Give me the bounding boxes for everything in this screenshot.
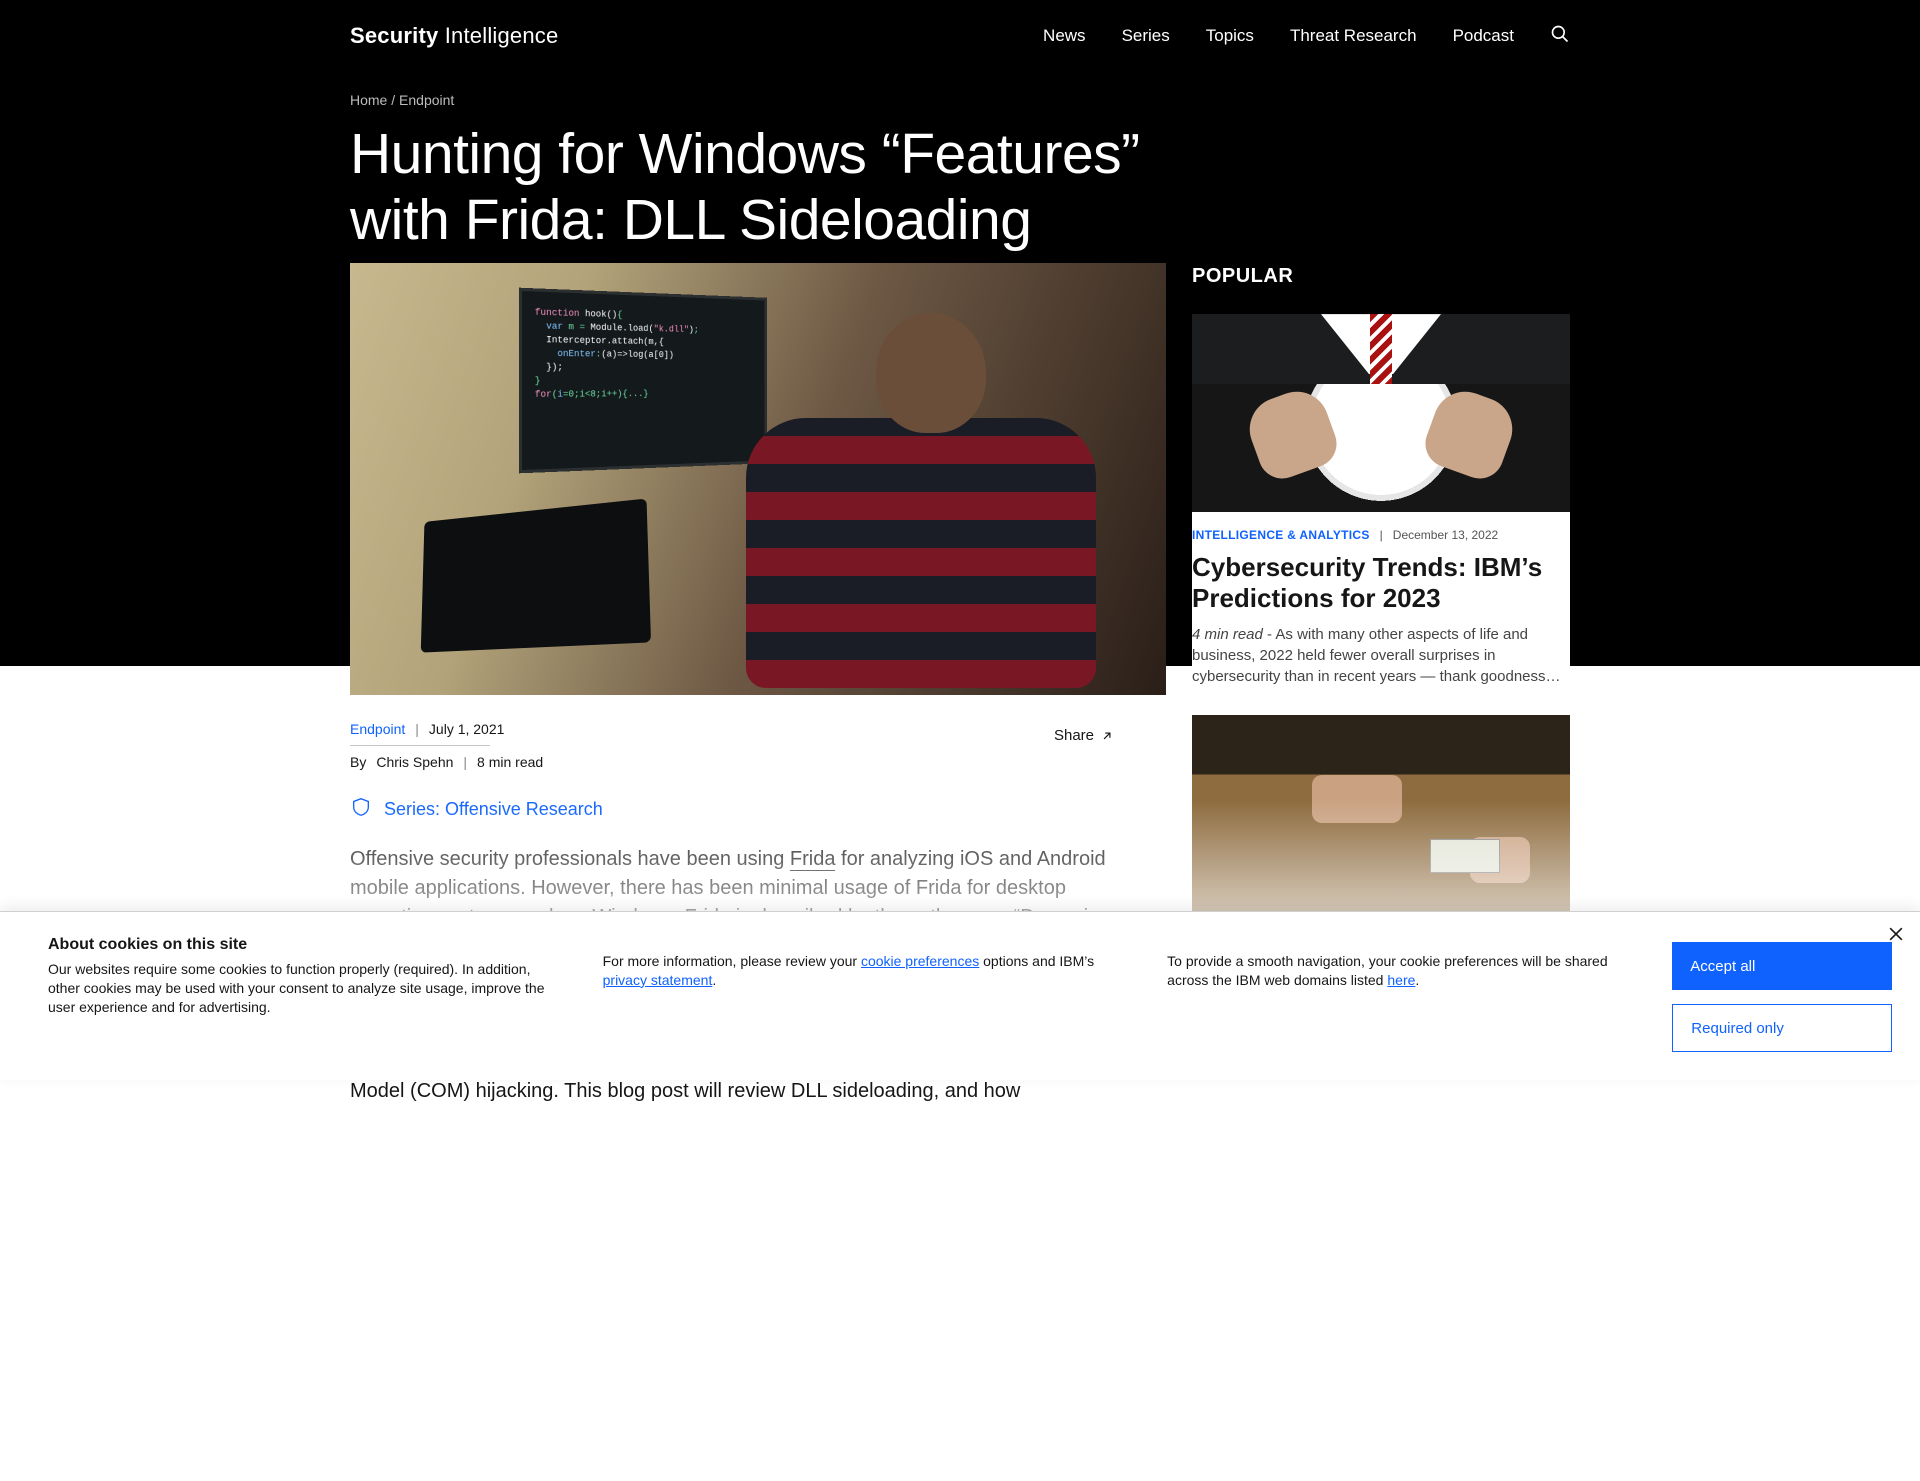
- nav-threat-research[interactable]: Threat Research: [1290, 26, 1417, 46]
- article-category[interactable]: Endpoint: [350, 721, 405, 737]
- privacy-statement-link[interactable]: privacy statement: [603, 972, 713, 988]
- series-link[interactable]: Series: Offensive Research: [384, 799, 603, 820]
- hero-laptop: [421, 499, 651, 653]
- hero-image: function hook(){ var m = Module.load("k.…: [350, 263, 1166, 695]
- cookie-heading: About cookies on this site: [48, 936, 563, 954]
- article-meta: Endpoint | July 1, 2021 By Chris Spehn |…: [350, 695, 1114, 770]
- popular-card-image: [1192, 715, 1570, 913]
- cookie-text-3: To provide a smooth navigation, your coo…: [1167, 952, 1632, 990]
- popular-card[interactable]: INTELLIGENCE & ANALYTICS | December 13, …: [1192, 314, 1570, 687]
- meta-divider: [350, 745, 490, 746]
- primary-nav: News Series Topics Threat Research Podca…: [1043, 24, 1570, 49]
- hero-area: function hook(){ var m = Module.load("k.…: [0, 263, 1920, 695]
- cookie-domains-link[interactable]: here: [1387, 972, 1415, 988]
- site-logo[interactable]: Security Intelligence: [350, 23, 558, 49]
- cookie-banner: About cookies on this site Our websites …: [0, 911, 1920, 1080]
- cookie-text-2: For more information, please review your…: [603, 952, 1128, 990]
- page-title: Hunting for Windows “Features” with Frid…: [350, 122, 1190, 253]
- series-row[interactable]: Series: Offensive Research: [350, 796, 1114, 823]
- body-link-frida[interactable]: Frida: [790, 848, 836, 871]
- close-icon: [1886, 924, 1906, 944]
- cookie-close-button[interactable]: [1886, 924, 1906, 944]
- popular-tag[interactable]: INTELLIGENCE & ANALYTICS: [1192, 528, 1370, 542]
- article-readtime: 8 min read: [477, 754, 543, 770]
- popular-date: December 13, 2022: [1393, 528, 1498, 542]
- share-button[interactable]: Share: [1054, 727, 1114, 744]
- cookie-text-1: Our websites require some cookies to fun…: [48, 960, 563, 1017]
- site-header: Security Intelligence News Series Topics…: [0, 0, 1920, 72]
- breadcrumb-sep: /: [391, 92, 395, 108]
- accept-all-button[interactable]: Accept all: [1672, 942, 1892, 990]
- breadcrumb-current[interactable]: Endpoint: [399, 92, 454, 108]
- popular-card-image: [1192, 314, 1570, 512]
- required-only-button[interactable]: Required only: [1672, 1004, 1892, 1052]
- cookie-preferences-link[interactable]: cookie preferences: [861, 953, 979, 969]
- nav-series[interactable]: Series: [1122, 26, 1170, 46]
- breadcrumb-home[interactable]: Home: [350, 92, 387, 108]
- by-label: By: [350, 754, 366, 770]
- popular-excerpt: 4 min read - As with many other aspects …: [1192, 624, 1570, 687]
- sidebar-heading: POPULAR: [1192, 265, 1570, 288]
- nav-topics[interactable]: Topics: [1206, 26, 1254, 46]
- nav-news[interactable]: News: [1043, 26, 1086, 46]
- breadcrumb: Home / Endpoint: [350, 92, 1570, 108]
- external-link-icon: [1100, 729, 1114, 743]
- popular-title[interactable]: Cybersecurity Trends: IBM’s Predictions …: [1192, 552, 1570, 614]
- series-icon: [350, 796, 372, 823]
- search-icon[interactable]: [1550, 24, 1570, 49]
- hero-person: [726, 303, 1106, 683]
- article-author[interactable]: Chris Spehn: [376, 754, 453, 770]
- nav-podcast[interactable]: Podcast: [1453, 26, 1514, 46]
- title-band: Home / Endpoint Hunting for Windows “Fea…: [0, 72, 1920, 263]
- share-label: Share: [1054, 727, 1094, 744]
- article-date: July 1, 2021: [429, 721, 505, 737]
